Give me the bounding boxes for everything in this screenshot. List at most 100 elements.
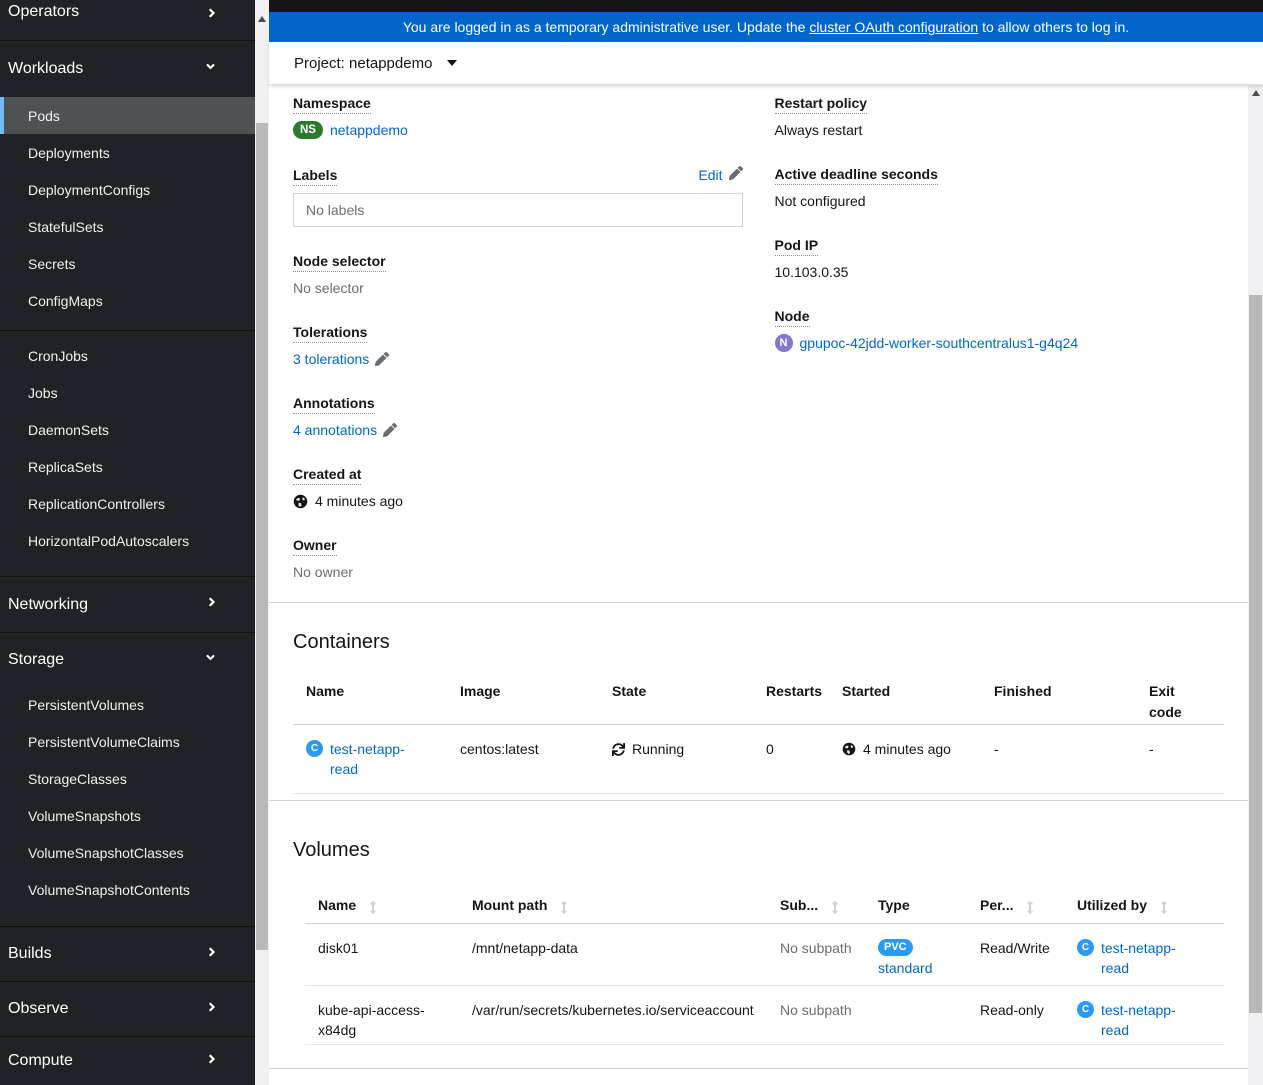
content-scrollbar[interactable] xyxy=(1248,85,1263,1085)
globe-icon xyxy=(842,742,856,756)
sidebar-item-jobs[interactable]: Jobs xyxy=(0,374,255,411)
column-header-name[interactable]: Name xyxy=(305,863,459,924)
side-navigation: Operators Workloads Pods Deployments Dep… xyxy=(0,0,255,1085)
chevron-right-icon xyxy=(207,0,217,25)
sidebar-item-persistentvolumeclaims[interactable]: PersistentVolumeClaims xyxy=(0,723,255,760)
container-badge-icon: C xyxy=(1077,939,1094,956)
pod-details-content: Namespace NS netappdemo Labels Edit No l… xyxy=(269,85,1248,1085)
nav-group-networking[interactable]: Networking xyxy=(0,577,255,632)
volume-mount-path-cell: /mnt/netapp-data xyxy=(459,924,767,986)
sidebar-item-replicationcontrollers[interactable]: ReplicationControllers xyxy=(0,485,255,522)
masthead-edge xyxy=(269,0,1263,12)
pod-ip-value: 10.103.0.35 xyxy=(774,264,849,280)
detail-annotations: Annotations 4 annotations xyxy=(293,395,743,440)
scroll-up-arrow-icon[interactable] xyxy=(1251,90,1260,96)
cluster-oauth-configuration-link[interactable]: cluster OAuth configuration xyxy=(809,19,978,35)
namespace-label: Namespace xyxy=(293,95,371,114)
chevron-right-icon xyxy=(207,1000,217,1019)
node-label: Node xyxy=(774,308,810,327)
namespace-link[interactable]: netappdemo xyxy=(330,120,408,140)
volume-utilized-by-cell: C test-netapp-read xyxy=(1064,924,1224,986)
nav-items-workloads: Pods Deployments DeploymentConfigs State… xyxy=(0,97,255,576)
sidebar-item-daemonsets[interactable]: DaemonSets xyxy=(0,411,255,448)
nav-group-label: Storage xyxy=(8,650,65,668)
sidebar-item-volumesnapshots[interactable]: VolumeSnapshots xyxy=(0,797,255,834)
containers-table: Name Image State Restarts Started Finish… xyxy=(293,655,1224,794)
sidebar-item-persistentvolumes[interactable]: PersistentVolumes xyxy=(0,686,255,723)
pencil-icon[interactable] xyxy=(383,423,398,437)
edit-labels-button[interactable]: Edit xyxy=(698,166,743,183)
active-deadline-label: Active deadline seconds xyxy=(774,166,938,185)
column-header-subpath[interactable]: Sub... xyxy=(767,863,865,924)
container-link[interactable]: test-netapp-read xyxy=(330,739,410,779)
volume-mount-path-cell: /var/run/secrets/kubernetes.io/serviceac… xyxy=(459,986,767,1045)
column-header-type[interactable]: Type xyxy=(865,863,967,924)
chevron-down-icon xyxy=(204,60,217,78)
container-badge-icon: C xyxy=(1077,1001,1094,1018)
sidebar-item-statefulsets[interactable]: StatefulSets xyxy=(0,208,255,245)
sidebar-item-secrets[interactable]: Secrets xyxy=(0,245,255,282)
tolerations-link[interactable]: 3 tolerations xyxy=(293,349,369,369)
active-deadline-value: Not configured xyxy=(774,193,866,209)
sidebar-item-replicasets[interactable]: ReplicaSets xyxy=(0,448,255,485)
column-header-restarts: Restarts xyxy=(753,655,829,725)
column-header-exit-code: Exit code xyxy=(1136,655,1224,725)
sort-icon[interactable] xyxy=(560,899,568,920)
nav-group-compute[interactable]: Compute xyxy=(0,1037,255,1085)
utilized-by-link[interactable]: test-netapp-read xyxy=(1101,1000,1193,1040)
globe-icon xyxy=(293,494,308,509)
sidebar-scrollbar[interactable] xyxy=(255,0,269,1085)
utilized-by-link[interactable]: test-netapp-read xyxy=(1101,938,1193,978)
annotations-link[interactable]: 4 annotations xyxy=(293,420,377,440)
column-header-finished: Finished xyxy=(981,655,1136,725)
column-header-mount-path[interactable]: Mount path xyxy=(459,863,767,924)
column-header-started: Started xyxy=(829,655,981,725)
detail-restart-policy: Restart policy Always restart xyxy=(774,95,1225,140)
volume-utilized-by-cell: C test-netapp-read xyxy=(1064,986,1224,1045)
sidebar-item-volumesnapshotcontents[interactable]: VolumeSnapshotContents xyxy=(0,871,255,908)
sidebar-scrollbar-thumb[interactable] xyxy=(256,123,268,950)
sidebar-item-cronjobs[interactable]: CronJobs xyxy=(0,337,255,374)
containers-section: Containers Name Image State Restarts Sta… xyxy=(269,603,1248,800)
restart-policy-value: Always restart xyxy=(774,122,863,138)
sort-icon[interactable] xyxy=(369,899,377,920)
sync-running-icon xyxy=(612,742,625,756)
nav-group-label: Workloads xyxy=(8,60,84,77)
volume-permissions-cell: Read/Write xyxy=(967,924,1064,986)
content-scrollbar-thumb[interactable] xyxy=(1249,295,1262,1013)
pvc-link[interactable]: standard xyxy=(878,958,934,978)
containers-title: Containers xyxy=(293,631,390,653)
column-header-permissions[interactable]: Per... xyxy=(967,863,1064,924)
sidebar-item-deploymentconfigs[interactable]: DeploymentConfigs xyxy=(0,171,255,208)
column-header-utilized-by[interactable]: Utilized by xyxy=(1064,863,1224,924)
sort-icon[interactable] xyxy=(1160,899,1168,920)
scroll-up-arrow-icon[interactable] xyxy=(258,16,266,22)
section-divider xyxy=(269,1068,1248,1069)
sidebar-item-pods[interactable]: Pods xyxy=(0,97,255,134)
nav-group-label: Builds xyxy=(8,945,52,962)
nav-group-operators[interactable]: Operators xyxy=(0,0,255,40)
banner-text: You are logged in as a temporary adminis… xyxy=(402,19,1130,35)
detail-namespace: Namespace NS netappdemo xyxy=(293,95,743,140)
nav-group-workloads[interactable]: Workloads xyxy=(0,41,255,97)
nav-group-observe[interactable]: Observe xyxy=(0,982,255,1036)
column-header-name: Name xyxy=(293,655,447,725)
nav-group-storage[interactable]: Storage xyxy=(0,633,255,686)
pod-details-section: Namespace NS netappdemo Labels Edit No l… xyxy=(269,85,1248,602)
pencil-icon[interactable] xyxy=(375,352,390,366)
node-link[interactable]: gpupoc-42jdd-worker-southcentralus1-g4q2… xyxy=(800,333,1079,353)
project-selector[interactable]: Project: netappdemo xyxy=(269,42,1263,85)
detail-created-at: Created at 4 minutes ago xyxy=(293,466,743,511)
nav-group-builds[interactable]: Builds xyxy=(0,927,255,981)
detail-pod-ip: Pod IP 10.103.0.35 xyxy=(774,237,1225,282)
sidebar-item-deployments[interactable]: Deployments xyxy=(0,134,255,171)
volume-permissions-cell: Read-only xyxy=(967,986,1064,1045)
sidebar-item-storageclasses[interactable]: StorageClasses xyxy=(0,760,255,797)
sidebar-item-horizontalpodautoscalers[interactable]: HorizontalPodAutoscalers xyxy=(0,522,255,559)
sidebar-item-volumesnapshotclasses[interactable]: VolumeSnapshotClasses xyxy=(0,834,255,871)
created-at-label: Created at xyxy=(293,466,362,485)
sort-icon[interactable] xyxy=(831,899,839,920)
nav-group-label: Networking xyxy=(8,595,89,613)
sidebar-item-configmaps[interactable]: ConfigMaps xyxy=(0,282,255,319)
sort-icon[interactable] xyxy=(1026,899,1034,920)
